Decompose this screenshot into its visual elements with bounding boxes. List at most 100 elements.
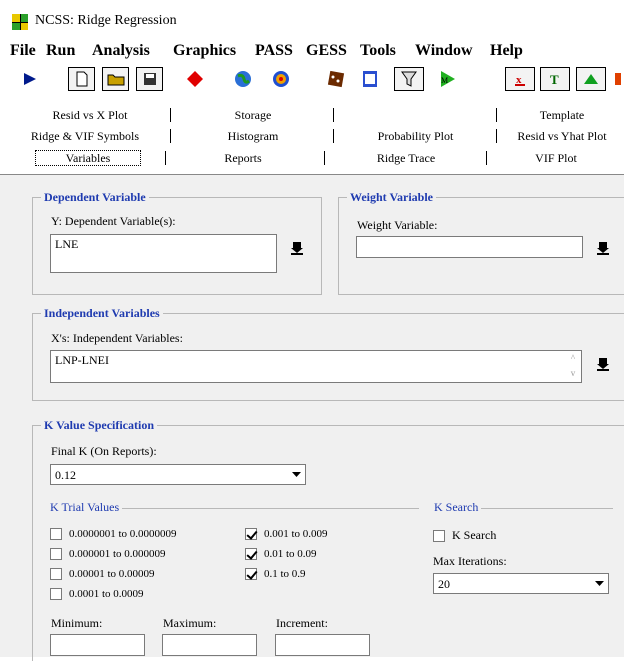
notepad-button[interactable] (355, 67, 385, 91)
dependent-variable-input[interactable]: LNE (50, 234, 277, 273)
menu-gess[interactable]: GESS (306, 42, 347, 60)
stop-icon (187, 71, 203, 87)
checkbox[interactable] (50, 588, 62, 600)
filter-icon (401, 71, 417, 87)
tab-divider (324, 151, 325, 165)
trial-checkbox-row[interactable]: 0.000001 to 0.000009 (50, 548, 166, 560)
tab-variables[interactable]: Variables (8, 147, 168, 169)
minimum-input[interactable] (50, 634, 145, 656)
tab-divider (170, 129, 171, 143)
menu-file[interactable]: File (10, 42, 36, 60)
tab-probability-plot[interactable]: Probability Plot (338, 125, 493, 147)
k-search-group: K Search (431, 500, 613, 515)
increment-input[interactable] (275, 634, 370, 656)
tab-ridge-vif-symbols[interactable]: Ridge & VIF Symbols (0, 125, 170, 147)
trial-checkbox-row[interactable]: 0.0000001 to 0.0000009 (50, 528, 177, 540)
menu-run[interactable]: Run (46, 42, 75, 60)
tab-vif-plot[interactable]: VIF Plot (488, 147, 624, 169)
final-k-label: Final K (On Reports): (51, 444, 157, 458)
tab-divider (496, 108, 497, 122)
checkbox[interactable] (433, 529, 445, 542)
save-icon (143, 73, 156, 85)
independent-variables-group: Independent Variables X's: Independent V… (32, 306, 624, 401)
run-button[interactable] (6, 67, 54, 91)
title-bar: NCSS: Ridge Regression (0, 0, 624, 40)
delete-icon: x (515, 74, 525, 86)
chevron-down-icon[interactable] (590, 574, 608, 593)
dependent-variable-group: Dependent Variable Y: Dependent Variable… (32, 190, 322, 295)
weight-variable-pick-button[interactable] (593, 238, 613, 258)
menu-help[interactable]: Help (490, 42, 523, 60)
checkbox-checked[interactable] (245, 548, 257, 560)
tab-variables-label: Variables (34, 150, 142, 166)
tab-template[interactable]: Template (500, 104, 624, 126)
trial-checkbox-row[interactable]: 0.01 to 0.09 (245, 548, 317, 560)
final-k-combo[interactable]: 0.12 (50, 464, 306, 485)
notepad-icon (363, 71, 377, 87)
tab-divider (170, 108, 171, 122)
x-independent-label: X's: Independent Variables: (51, 331, 183, 345)
trial-checkbox-row[interactable]: 0.00001 to 0.00009 (50, 568, 155, 580)
trial-checkbox-row[interactable]: 0.0001 to 0.0009 (50, 588, 144, 600)
checkbox-checked[interactable] (245, 528, 257, 540)
tab-divider (496, 129, 497, 143)
trial-label: 0.0001 to 0.0009 (69, 588, 144, 600)
target-button[interactable] (266, 67, 296, 91)
ncss-app-icon (12, 14, 28, 30)
trial-checkbox-row[interactable]: 0.001 to 0.009 (245, 528, 328, 540)
svg-text:M: M (441, 76, 448, 85)
checkbox[interactable] (50, 528, 62, 540)
tab-ridge-trace[interactable]: Ridge Trace (326, 147, 486, 169)
more-button[interactable] (612, 67, 624, 91)
delete-button[interactable]: x (505, 67, 535, 91)
chevron-down-icon[interactable] (287, 465, 305, 484)
maximum-input[interactable] (162, 634, 257, 656)
tab-blank[interactable] (338, 104, 493, 126)
dice-icon (327, 70, 345, 88)
trial-label: 0.0000001 to 0.0000009 (69, 528, 177, 540)
macro-button[interactable]: M (430, 67, 464, 91)
up-button[interactable] (576, 67, 606, 91)
open-icon (107, 74, 124, 86)
weight-variable-group: Weight Variable Weight Variable: (338, 190, 624, 295)
trial-label: 0.1 to 0.9 (264, 568, 306, 580)
tab-resid-vs-yhat-plot[interactable]: Resid vs Yhat Plot (500, 125, 624, 147)
tab-reports[interactable]: Reports (168, 147, 318, 169)
menu-pass[interactable]: PASS (255, 42, 293, 60)
tab-divider (333, 129, 334, 143)
weight-variable-input[interactable] (356, 236, 583, 258)
menu-graphics[interactable]: Graphics (173, 42, 236, 60)
minimum-label: Minimum: (51, 616, 103, 630)
max-iterations-combo[interactable]: 20 (433, 573, 609, 594)
menu-tools[interactable]: Tools (360, 42, 396, 60)
new-button[interactable] (68, 67, 95, 91)
pick-arrow-icon (291, 242, 303, 255)
scroll-down-icon[interactable]: v (567, 368, 579, 378)
k-trial-values-legend: K Trial Values (47, 500, 123, 515)
dependent-variable-pick-button[interactable] (287, 238, 307, 258)
globe-button[interactable] (228, 67, 258, 91)
independent-variables-input[interactable]: LNP-LNEI ^ v (50, 350, 582, 383)
stop-button[interactable] (180, 67, 210, 91)
save-button[interactable] (136, 67, 163, 91)
checkbox-checked[interactable] (245, 568, 257, 580)
filter-button[interactable] (394, 67, 424, 91)
tab-resid-vs-x-plot[interactable]: Resid vs X Plot (10, 104, 170, 126)
tab-storage[interactable]: Storage (178, 104, 328, 126)
menu-analysis[interactable]: Analysis (92, 42, 150, 60)
trial-label: 0.001 to 0.009 (264, 528, 328, 540)
k-search-label: K Search (452, 528, 497, 542)
scroll-up-icon[interactable]: ^ (567, 353, 579, 363)
checkbox[interactable] (50, 548, 62, 560)
tab-histogram[interactable]: Histogram (178, 125, 328, 147)
k-value-specification-group: K Value Specification Final K (On Report… (32, 418, 624, 661)
independent-variables-pick-button[interactable] (593, 354, 613, 374)
checkbox[interactable] (50, 568, 62, 580)
open-button[interactable] (102, 67, 129, 91)
k-search-checkbox-row[interactable]: K Search (433, 528, 496, 543)
tab-divider (486, 151, 487, 165)
trial-checkbox-row[interactable]: 0.1 to 0.9 (245, 568, 306, 580)
dice-button[interactable] (321, 67, 351, 91)
t-button[interactable]: T (540, 67, 570, 91)
menu-window[interactable]: Window (415, 42, 473, 60)
